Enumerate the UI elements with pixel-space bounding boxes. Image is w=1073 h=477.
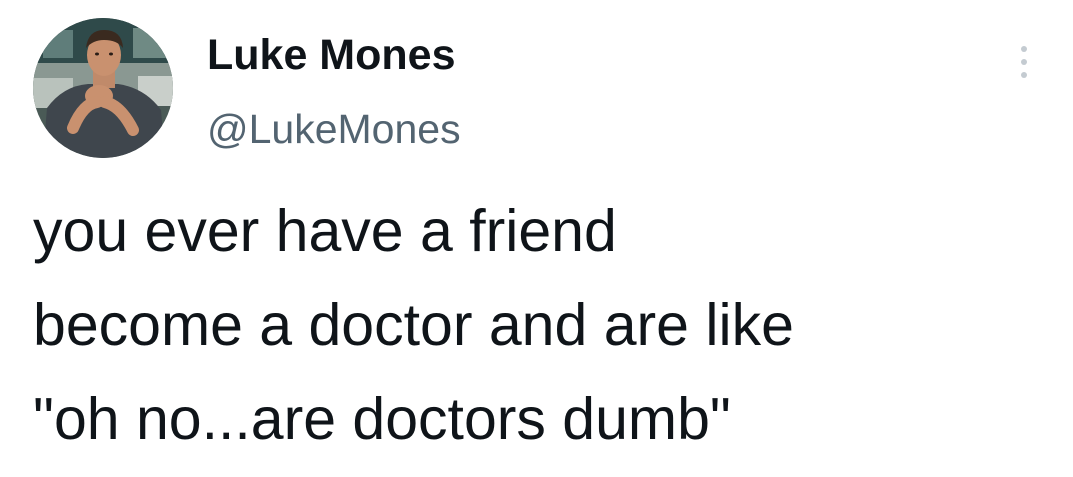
tweet-text-line: you ever have a friend (33, 198, 617, 264)
author-avatar[interactable] (33, 18, 173, 158)
more-options-icon (1021, 46, 1027, 52)
profile-photo-icon (33, 18, 173, 158)
tweet-text: you ever have a friend become a doctor a… (33, 184, 1053, 466)
more-options-icon-dot-2 (1021, 59, 1027, 65)
tweet-card: Luke Mones @LukeMones you ever have a fr… (0, 0, 1073, 477)
author-handle[interactable]: @LukeMones (207, 104, 461, 154)
author-display-name[interactable]: Luke Mones (207, 30, 456, 80)
more-options-icon-dot-3 (1021, 72, 1027, 78)
tweet-text-line: "oh no...are doctors dumb" (33, 386, 731, 452)
more-options-button[interactable] (1009, 40, 1039, 84)
tweet-text-line: become a doctor and are like (33, 292, 794, 358)
